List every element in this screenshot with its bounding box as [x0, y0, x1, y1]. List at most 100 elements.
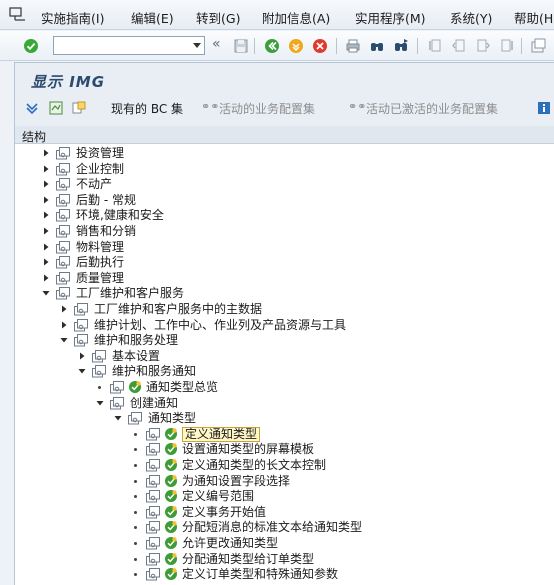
documentation-icon[interactable] [127, 411, 143, 425]
next-page-icon[interactable] [475, 38, 491, 54]
enter-icon[interactable] [23, 38, 39, 54]
tree-node[interactable]: 工厂维护和客户服务 [15, 286, 554, 302]
tree-node-label[interactable]: 分配通知类型给订单类型 [182, 552, 314, 567]
tree-node-label[interactable]: 后勤执行 [76, 255, 124, 270]
save-icon[interactable] [233, 38, 249, 54]
tree-node[interactable]: 分配通知类型给订单类型 [15, 552, 554, 568]
tree-node-label[interactable]: 通知类型总览 [146, 380, 218, 395]
collapsed-arrow-icon[interactable] [42, 211, 50, 219]
documentation-icon[interactable] [145, 442, 161, 456]
tree-node-label[interactable]: 维护计划、工作中心、作业列及产品资源与工具 [94, 318, 346, 333]
find-icon[interactable] [369, 38, 385, 54]
documentation-icon[interactable] [55, 177, 71, 191]
execute-activity-icon[interactable] [164, 552, 178, 566]
documentation-icon[interactable] [55, 193, 71, 207]
tree-node[interactable]: 投资管理 [15, 146, 554, 162]
bc-sets-button[interactable]: 现有的 BC 集 [111, 100, 183, 117]
collapsed-arrow-icon[interactable] [42, 258, 50, 266]
documentation-icon[interactable] [73, 333, 89, 347]
documentation-icon[interactable] [145, 427, 161, 441]
tree-node-label[interactable]: 质量管理 [76, 271, 124, 286]
tree-node[interactable]: 定义编号范围 [15, 489, 554, 505]
tree-node[interactable]: 物料管理 [15, 240, 554, 256]
expanded-arrow-icon[interactable] [114, 414, 122, 422]
documentation-icon[interactable] [145, 567, 161, 581]
tree-node-label[interactable]: 通知类型 [148, 411, 196, 426]
documentation-icon[interactable] [109, 380, 125, 394]
documentation-icon[interactable] [91, 349, 107, 363]
execute-activity-icon[interactable] [128, 380, 142, 394]
tree-node-label[interactable]: 允许更改通知类型 [182, 536, 278, 551]
documentation-icon[interactable] [55, 240, 71, 254]
collapsed-arrow-icon[interactable] [60, 305, 68, 313]
edit-project-icon[interactable] [49, 101, 63, 115]
new-session-icon[interactable] [530, 38, 546, 54]
collapsed-arrow-icon[interactable] [42, 196, 50, 204]
execute-activity-icon[interactable] [164, 458, 178, 472]
tree-node[interactable]: 定义通知类型的长文本控制 [15, 458, 554, 474]
documentation-icon[interactable] [145, 520, 161, 534]
tree-node[interactable]: 企业控制 [15, 162, 554, 178]
tree-node[interactable]: 设置通知类型的屏幕模板 [15, 442, 554, 458]
tree-node[interactable]: 维护和服务处理 [15, 333, 554, 349]
tree-node-label[interactable]: 后勤 - 常规 [76, 193, 136, 208]
tree-node-label[interactable]: 企业控制 [76, 162, 124, 177]
menu-extras[interactable]: 附加信息(A) [262, 8, 330, 27]
cancel-icon[interactable] [312, 38, 328, 54]
execute-activity-icon[interactable] [164, 427, 178, 441]
tree-node-label[interactable]: 创建通知 [130, 396, 178, 411]
menu-edit[interactable]: 编辑(E) [131, 8, 174, 27]
tree-node[interactable]: 工厂维护和客户服务中的主数据 [15, 302, 554, 318]
last-page-icon[interactable] [499, 38, 515, 54]
sap-menu-icon[interactable] [9, 7, 27, 21]
tree-node[interactable]: 为通知设置字段选择 [15, 474, 554, 490]
tree-node-label[interactable]: 基本设置 [112, 349, 160, 364]
expanded-arrow-icon[interactable] [60, 336, 68, 344]
documentation-icon[interactable] [109, 396, 125, 410]
tree-node[interactable]: 维护计划、工作中心、作业列及产品资源与工具 [15, 318, 554, 334]
menu-help[interactable]: 帮助(H) [514, 8, 554, 27]
execute-activity-icon[interactable] [164, 520, 178, 534]
execute-activity-icon[interactable] [164, 505, 178, 519]
expanded-arrow-icon[interactable] [96, 399, 104, 407]
tree-node-label[interactable]: 维护和服务通知 [112, 364, 196, 379]
tree-node-label[interactable]: 工厂维护和客户服务中的主数据 [94, 302, 262, 317]
tree-node[interactable]: 定义通知类型 [15, 426, 554, 443]
menu-implementation-guide[interactable]: 实施指南(I) [41, 8, 104, 27]
tree-node[interactable]: 后勤 - 常规 [15, 193, 554, 209]
tree-node-label[interactable]: 维护和服务处理 [94, 333, 178, 348]
expanded-arrow-icon[interactable] [78, 367, 86, 375]
documentation-icon[interactable] [145, 505, 161, 519]
tree-node[interactable]: 质量管理 [15, 271, 554, 287]
collapsed-arrow-icon[interactable] [42, 227, 50, 235]
print-icon[interactable] [345, 38, 361, 54]
documentation-icon[interactable] [55, 224, 71, 238]
menu-system[interactable]: 系统(Y) [450, 8, 492, 27]
tree-node[interactable]: 定义事务开始值 [15, 505, 554, 521]
note-icon[interactable] [72, 101, 86, 115]
expanded-arrow-icon[interactable] [42, 289, 50, 297]
expand-subtree-icon[interactable] [25, 102, 39, 114]
tree-node[interactable]: 基本设置 [15, 349, 554, 365]
find-next-icon[interactable] [393, 38, 409, 54]
tree-node-label[interactable]: 定义编号范围 [182, 489, 254, 504]
tree-node[interactable]: 后勤执行 [15, 255, 554, 271]
documentation-icon[interactable] [55, 146, 71, 160]
tree-node[interactable]: 通知类型总览 [15, 380, 554, 396]
documentation-icon[interactable] [55, 162, 71, 176]
tree-node[interactable]: 不动产 [15, 177, 554, 193]
collapsed-arrow-icon[interactable] [42, 180, 50, 188]
tree-node-label[interactable]: 分配短消息的标准文本给通知类型 [182, 520, 362, 535]
execute-activity-icon[interactable] [164, 536, 178, 550]
tree-node-label[interactable]: 物料管理 [76, 240, 124, 255]
prev-page-icon[interactable] [451, 38, 467, 54]
execute-activity-icon[interactable] [164, 442, 178, 456]
chevron-down-icon[interactable] [193, 43, 201, 48]
tree-node-label[interactable]: 为通知设置字段选择 [182, 474, 290, 489]
documentation-icon[interactable] [145, 536, 161, 550]
collapsed-arrow-icon[interactable] [42, 165, 50, 173]
tree-node-label[interactable]: 环境,健康和安全 [76, 208, 164, 223]
documentation-icon[interactable] [73, 302, 89, 316]
documentation-icon[interactable] [55, 208, 71, 222]
tree-node-label[interactable]: 定义事务开始值 [182, 505, 266, 520]
